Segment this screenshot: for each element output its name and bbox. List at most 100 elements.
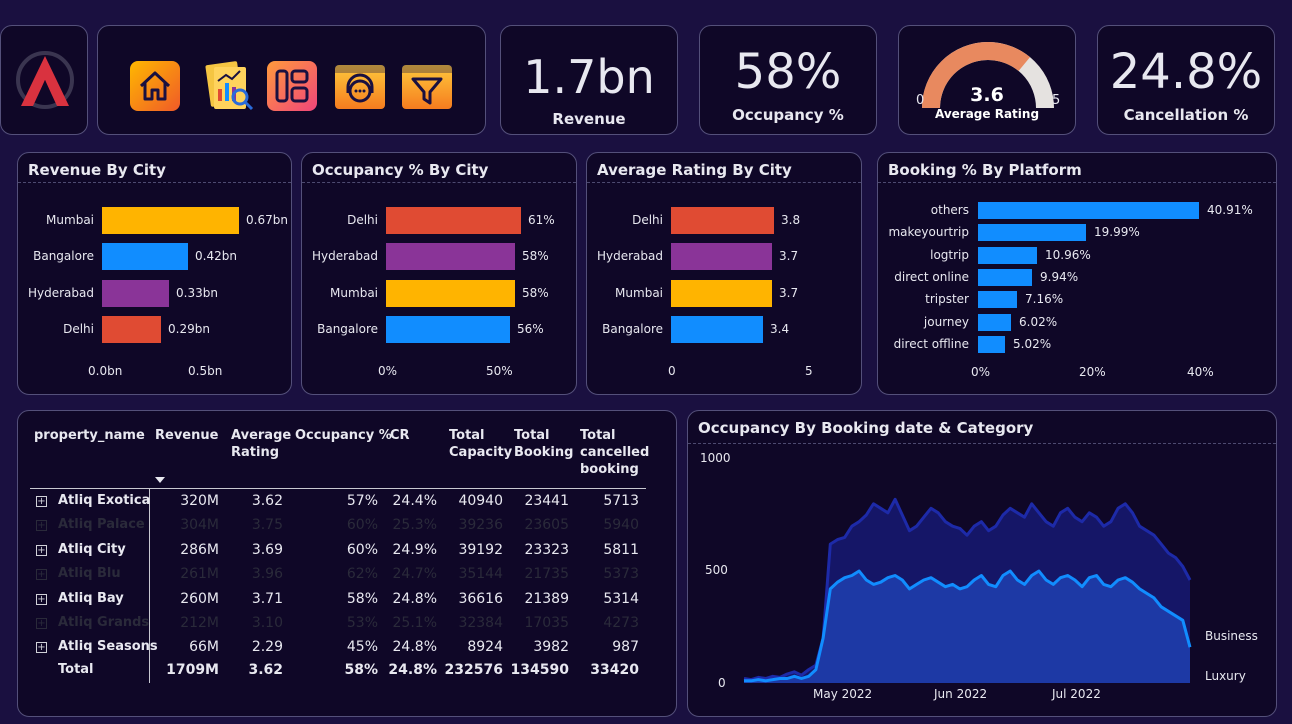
property-name-cell[interactable]: Atliq City	[58, 542, 126, 557]
rating-label-delhi: Delhi	[632, 213, 663, 227]
table-cell-occupancy: 58%	[346, 591, 378, 607]
col-header-property-name[interactable]: property_name	[34, 427, 145, 444]
table-cell-cancelled: 4273	[603, 615, 639, 631]
occupancy-label-hyderabad: Hyderabad	[312, 249, 378, 263]
expand-row-icon[interactable]: +	[36, 545, 47, 556]
table-cell-booking: 21735	[524, 566, 569, 582]
occupancy-bar-delhi[interactable]	[386, 207, 521, 234]
total-cell-booking: 134590	[510, 662, 569, 678]
platform-bar[interactable]	[978, 268, 1032, 286]
occupancy-by-city-chart: Occupancy % By City Delhi 61% Hyderabad 58%…	[301, 152, 577, 395]
table-cell-cancelled: 987	[612, 639, 639, 655]
title-divider	[302, 182, 576, 183]
series-label-luxury: Luxury	[1205, 669, 1246, 683]
expand-row-icon[interactable]: +	[36, 569, 47, 580]
total-cell-rating: 3.62	[248, 662, 283, 678]
table-cell-occupancy: 60%	[346, 542, 378, 558]
revenue-label-hyderabad: Hyderabad	[28, 286, 94, 300]
table-cell-cancelled: 5713	[603, 493, 639, 509]
table-cell-booking: 23605	[524, 517, 569, 533]
occupancy-bar-mumbai[interactable]	[386, 280, 515, 307]
col-header-average-rating[interactable]: Average Rating	[231, 427, 291, 461]
revenue-label-bangalore: Bangalore	[33, 249, 94, 263]
table-cell-capacity: 35144	[458, 566, 503, 582]
table-cell-cr: 24.4%	[392, 493, 437, 509]
table-cell-capacity: 39236	[458, 517, 503, 533]
col-header-total-booking[interactable]: Total Booking	[514, 427, 574, 461]
property-name-cell[interactable]: Atliq Blu	[58, 566, 121, 581]
platform-value: 40.91%	[1207, 203, 1253, 217]
rating-bar-bangalore[interactable]	[671, 316, 763, 343]
customer-support-icon[interactable]	[333, 59, 387, 113]
table-cell-rating: 3.75	[251, 517, 283, 533]
rating-gauge-min: 0	[916, 93, 925, 108]
property-name-cell[interactable]: Atliq Exotica	[58, 493, 150, 508]
cancellation-kpi-value: 24.8%	[1109, 44, 1263, 100]
revenue-bar-mumbai[interactable]	[102, 207, 239, 234]
home-icon[interactable]	[128, 59, 182, 113]
filter-funnel-icon[interactable]	[400, 59, 454, 113]
table-cell-booking: 3982	[533, 639, 569, 655]
x-tick: 40%	[1187, 365, 1214, 379]
x-tick-may: May 2022	[813, 687, 873, 701]
revenue-label-mumbai: Mumbai	[46, 213, 94, 227]
expand-row-icon[interactable]: +	[36, 520, 47, 531]
platform-bar[interactable]	[978, 335, 1005, 353]
table-cell-cancelled: 5373	[603, 566, 639, 582]
rating-bar-hyderabad[interactable]	[671, 243, 772, 270]
rating-bar-delhi[interactable]	[671, 207, 774, 234]
navigation-bar	[97, 25, 486, 135]
rating-bar-mumbai[interactable]	[671, 280, 772, 307]
platform-bar[interactable]	[978, 291, 1017, 309]
expand-row-icon[interactable]: +	[36, 642, 47, 653]
revenue-bar-delhi[interactable]	[102, 316, 161, 343]
col-header-revenue[interactable]: Revenue	[155, 427, 218, 444]
occupancy-value-delhi: 61%	[528, 213, 555, 227]
occupancy-bar-hyderabad[interactable]	[386, 243, 515, 270]
property-name-cell[interactable]: Atliq Palace	[58, 517, 145, 532]
expand-row-icon[interactable]: +	[36, 594, 47, 605]
rating-by-city-chart: Average Rating By City Delhi 3.8 Hyderabad…	[586, 152, 862, 395]
platform-value: 19.99%	[1094, 225, 1140, 240]
platform-bar[interactable]	[978, 202, 1199, 219]
x-tick: 50%	[486, 364, 513, 378]
table-cell-cr: 25.1%	[392, 615, 437, 631]
platform-bar[interactable]	[978, 313, 1011, 331]
revenue-bar-hyderabad[interactable]	[102, 280, 169, 307]
x-tick: 0.5bn	[188, 364, 223, 378]
platform-label: direct online	[894, 269, 969, 284]
table-cell-revenue: 260M	[180, 591, 219, 607]
col-header-cr[interactable]: CR	[390, 427, 410, 444]
dashboard-layout-icon[interactable]	[265, 59, 319, 113]
property-name-cell[interactable]: Atliq Grands	[58, 615, 149, 630]
table-cell-revenue: 304M	[180, 517, 219, 533]
sort-descending-icon[interactable]	[155, 477, 165, 483]
table-cell-revenue: 261M	[180, 566, 219, 582]
rating-value-delhi: 3.8	[781, 213, 801, 227]
occupancy-bar-bangalore[interactable]	[386, 316, 510, 343]
property-name-cell[interactable]: Atliq Bay	[58, 591, 124, 606]
logo-card	[0, 25, 88, 135]
property-name-cell[interactable]: Atliq Seasons	[58, 639, 158, 654]
series-label-business: Business	[1205, 629, 1258, 643]
title-divider	[878, 182, 1276, 183]
col-header-total-cancelled-booking[interactable]: Total cancelled booking	[580, 427, 650, 478]
revenue-bar-bangalore[interactable]	[102, 243, 188, 270]
revenue-kpi-value: 1.7bn	[523, 50, 655, 104]
col-header-total-capacity[interactable]: Total Capacity	[449, 427, 512, 461]
table-cell-booking: 23323	[524, 542, 569, 558]
revenue-value-delhi: 0.29bn	[168, 322, 210, 336]
total-cell-revenue: 1709M	[166, 662, 219, 678]
occupancy-label-bangalore: Bangalore	[317, 322, 378, 336]
booking-by-platform-chart: Booking % By Platform others 40.91% makeyo…	[877, 152, 1277, 395]
y-tick-0: 0	[718, 676, 726, 690]
platform-value: 6.02%	[1019, 314, 1058, 329]
rating-label-hyderabad: Hyderabad	[597, 249, 663, 263]
report-analysis-icon[interactable]	[202, 59, 256, 113]
platform-label: logtrip	[930, 247, 969, 262]
expand-row-icon[interactable]: +	[36, 618, 47, 629]
platform-bar[interactable]	[978, 246, 1037, 264]
platform-bar[interactable]	[978, 224, 1086, 242]
expand-row-icon[interactable]: +	[36, 496, 47, 507]
col-header-occupancy[interactable]: Occupancy %	[295, 427, 392, 444]
